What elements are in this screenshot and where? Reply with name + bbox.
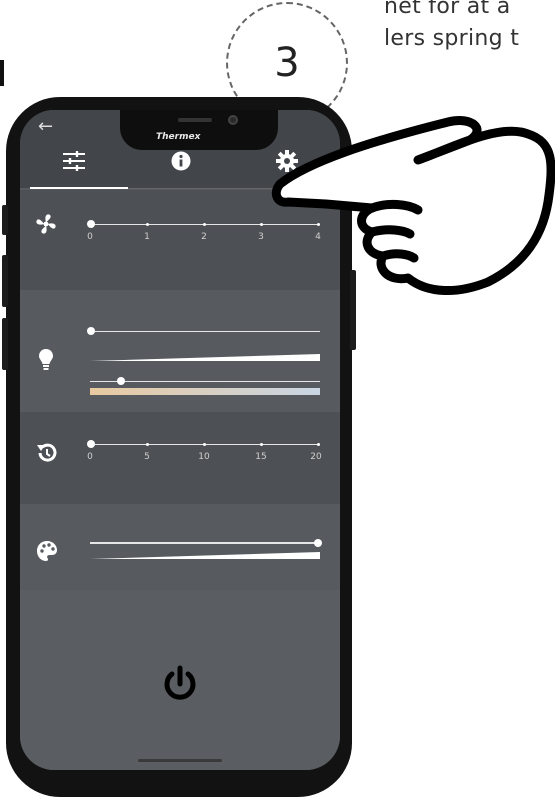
fan-icon [36, 214, 56, 234]
phone-notch [120, 110, 278, 150]
light-brightness-ramp [90, 354, 320, 361]
home-indicator [138, 759, 222, 762]
pointing-hand-illustration [271, 116, 555, 295]
timer-tick-20 [317, 443, 320, 446]
arrow-left-icon[interactable]: ← [38, 116, 53, 137]
phone-camera [228, 115, 238, 125]
fan-tick-label: 0 [87, 232, 93, 242]
document-text-line-2: lers spring t [384, 26, 520, 51]
document-text-line-1: net for at å [384, 0, 511, 19]
timer-tick-label: 5 [144, 452, 150, 462]
color-ramp [90, 552, 320, 559]
color-slider-handle[interactable] [314, 539, 322, 547]
timer-tick-15 [260, 443, 263, 446]
phone-side-button [2, 318, 8, 370]
timer-tick-label: 15 [255, 452, 267, 462]
timer-tick-label: 10 [198, 452, 210, 462]
bulb-icon [39, 349, 53, 370]
light-brightness-slider-handle[interactable] [87, 327, 95, 335]
brand-logo: Thermex [156, 132, 201, 142]
timer-tick-label: 0 [87, 452, 93, 462]
timer-control-row: 0 5 10 15 20 [20, 412, 340, 504]
light-temperature-slider-handle[interactable] [117, 377, 125, 385]
light-control-row [20, 300, 340, 412]
light-temperature-gradient [90, 388, 320, 395]
tab-controls[interactable] [20, 144, 128, 178]
palette-icon [37, 541, 57, 561]
fan-tick-2 [203, 223, 206, 226]
sliders-icon [63, 151, 85, 171]
timer-tick-10 [203, 443, 206, 446]
timer-tick-5 [146, 443, 149, 446]
light-brightness-slider-track[interactable] [90, 331, 320, 332]
info-icon [171, 151, 191, 171]
timer-slider-handle[interactable] [87, 440, 95, 448]
fan-tick-label: 1 [144, 232, 150, 242]
timer-tick-label: 20 [310, 452, 322, 462]
fan-speed-slider-handle[interactable] [87, 220, 95, 228]
phone-side-button [2, 205, 8, 235]
color-control-row [20, 504, 340, 590]
active-tab-indicator [30, 187, 128, 189]
phone-speaker [178, 118, 212, 122]
phone-side-button [2, 255, 8, 307]
power-icon [164, 665, 196, 700]
power-area [20, 590, 340, 770]
color-slider-track[interactable] [90, 542, 320, 544]
fan-tick-label: 2 [201, 232, 207, 242]
timer-icon [37, 443, 57, 462]
fan-tick-1 [146, 223, 149, 226]
power-button[interactable] [152, 656, 208, 712]
document-mark [0, 60, 4, 86]
